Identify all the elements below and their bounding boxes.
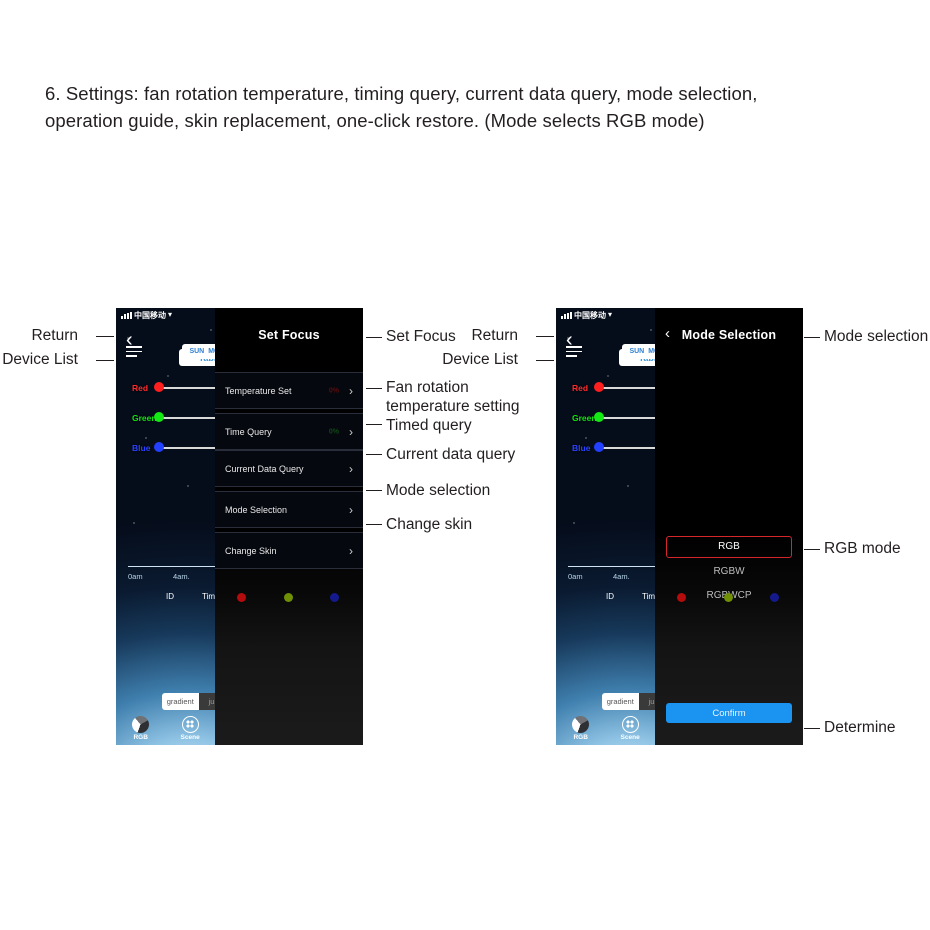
axis-tick-4am: 4am. bbox=[173, 572, 190, 581]
menu-item-current-data-query[interactable]: Current Data Query › bbox=[215, 450, 363, 487]
slider-label-red: Red bbox=[132, 383, 149, 393]
slider-knob-blue[interactable] bbox=[594, 442, 604, 452]
annotation-fan-rotation-temperature-setting: Fan rotation temperature setting bbox=[386, 379, 520, 415]
menu-label-mode-selection: Mode Selection bbox=[225, 504, 288, 515]
annotation-return-1: Return bbox=[31, 327, 78, 344]
leader-line bbox=[366, 524, 382, 525]
confirm-button[interactable]: Confirm bbox=[666, 703, 792, 723]
axis-tick-0am: 0am bbox=[568, 572, 583, 581]
annotation-timed-query: Timed query bbox=[386, 417, 472, 434]
day-sun-label: SUN bbox=[189, 348, 205, 355]
phone-screenshot-mode-selection: 中国移动 ▾ 14:34 ◎ ⏰ ‹ SUN MON Table Red 0% … bbox=[556, 308, 803, 745]
annotation-device-list-1: Device List bbox=[2, 351, 78, 368]
menu-label-change-skin: Change Skin bbox=[225, 545, 277, 556]
slider-label-blue: Blue bbox=[572, 443, 591, 453]
marker-dot-blue bbox=[770, 593, 779, 602]
axis-tick-0am: 0am bbox=[128, 572, 143, 581]
tab-scene[interactable]: Scene bbox=[605, 711, 654, 745]
chevron-right-icon: › bbox=[349, 424, 353, 439]
rgb-wheel-icon bbox=[572, 715, 590, 733]
menu-label-time-query: Time Query bbox=[225, 426, 272, 437]
back-chevron-icon[interactable]: ‹ bbox=[126, 330, 133, 350]
gradient-option[interactable]: gradient bbox=[602, 693, 639, 710]
slider-label-blue: Blue bbox=[132, 443, 151, 453]
annotation-device-list-2: Device List bbox=[442, 351, 518, 368]
marker-dot-blue bbox=[330, 593, 339, 602]
annotation-rgb-mode: RGB mode bbox=[824, 540, 901, 557]
tab-rgb[interactable]: RGB bbox=[116, 711, 165, 745]
settings-overlay-panel: Set Focus Temperature Set 0% › Time Quer… bbox=[215, 308, 363, 745]
menu-value-time-query: 0% bbox=[328, 428, 339, 435]
rgb-wheel-icon bbox=[132, 715, 150, 733]
menu-item-change-skin[interactable]: Change Skin › bbox=[215, 532, 363, 569]
slider-knob-green[interactable] bbox=[594, 412, 604, 422]
annotation-current-data-query: Current data query bbox=[386, 446, 516, 463]
gradient-option[interactable]: gradient bbox=[162, 693, 199, 710]
chevron-right-icon: › bbox=[349, 383, 353, 398]
menu-item-time-query[interactable]: Time Query 0% › bbox=[215, 413, 363, 450]
marker-dot-group bbox=[237, 593, 339, 602]
grid-icon bbox=[181, 715, 199, 733]
leader-line bbox=[366, 490, 382, 491]
column-header-id: ID bbox=[166, 592, 174, 601]
back-chevron-icon[interactable]: ‹ bbox=[566, 330, 573, 350]
annotation-determine: Determine bbox=[824, 719, 896, 736]
tab-label-scene: Scene bbox=[180, 733, 200, 741]
marker-dot-green bbox=[723, 593, 733, 602]
slider-knob-green[interactable] bbox=[154, 412, 164, 422]
annotation-mode-selection-right: Mode selection bbox=[824, 328, 929, 345]
tab-rgb[interactable]: RGB bbox=[556, 711, 605, 745]
menu-label-current-data-query: Current Data Query bbox=[225, 463, 304, 474]
grid-icon bbox=[621, 715, 639, 733]
slider-label-green: Green bbox=[572, 413, 597, 423]
leader-line bbox=[804, 549, 820, 550]
chevron-right-icon: › bbox=[349, 543, 353, 558]
menu-item-mode-selection[interactable]: Mode Selection › bbox=[215, 491, 363, 528]
page-caption: 6. Settings: fan rotation temperature, t… bbox=[45, 80, 875, 134]
axis-tick-4am: 4am. bbox=[613, 572, 630, 581]
slider-label-red: Red bbox=[572, 383, 589, 393]
leader-line bbox=[366, 424, 382, 425]
slider-label-green: Green bbox=[132, 413, 157, 423]
slider-knob-red[interactable] bbox=[154, 382, 164, 392]
tab-label-scene: Scene bbox=[620, 733, 640, 741]
phone-screenshot-set-focus: 中国移动 ▾ 14:34 ◎ ⏰ ‹ SUN MON Table Red 0% bbox=[116, 308, 363, 745]
annotation-change-skin: Change skin bbox=[386, 516, 473, 533]
leader-line bbox=[536, 360, 554, 361]
marker-dot-group bbox=[677, 593, 779, 602]
slider-knob-red[interactable] bbox=[594, 382, 604, 392]
menu-item-temperature-set[interactable]: Temperature Set 0% › bbox=[215, 372, 363, 409]
marker-dot-green bbox=[283, 593, 293, 602]
overlay-title: Mode Selection bbox=[681, 328, 777, 342]
leader-line bbox=[536, 336, 554, 337]
menu-label-temperature-set: Temperature Set bbox=[225, 385, 292, 396]
leader-line bbox=[96, 360, 114, 361]
chevron-right-icon: › bbox=[349, 502, 353, 517]
mode-option-rgbw[interactable]: RGBW bbox=[655, 562, 803, 582]
caption-line-2: operation guide, skin replacement, one-c… bbox=[45, 110, 705, 131]
caption-line-1: 6. Settings: fan rotation temperature, t… bbox=[45, 83, 758, 104]
annotation-return-2: Return bbox=[471, 327, 518, 344]
marker-dot-red bbox=[237, 593, 246, 602]
tab-scene[interactable]: Scene bbox=[165, 711, 214, 745]
tab-label-rgb: RGB bbox=[133, 733, 148, 741]
leader-line bbox=[366, 454, 382, 455]
overlay-title: Set Focus bbox=[258, 328, 320, 342]
chevron-right-icon: › bbox=[349, 461, 353, 476]
leader-line bbox=[96, 336, 114, 337]
leader-line bbox=[804, 337, 820, 338]
leader-line bbox=[366, 388, 382, 389]
settings-menu-list: Temperature Set 0% › Time Query 0% › Cur… bbox=[215, 372, 363, 569]
mode-selection-overlay-panel: ‹ Mode Selection RGB RGBW RGBWCP Confirm bbox=[655, 308, 803, 745]
menu-value-temperature-set: 0% bbox=[328, 387, 339, 394]
marker-dot-red bbox=[677, 593, 686, 602]
leader-line bbox=[804, 728, 820, 729]
column-header-id: ID bbox=[606, 592, 614, 601]
slider-knob-blue[interactable] bbox=[154, 442, 164, 452]
annotation-mode-selection-left: Mode selection bbox=[386, 482, 491, 499]
day-sun-label: SUN bbox=[629, 348, 645, 355]
mode-option-rgb[interactable]: RGB bbox=[666, 536, 792, 558]
tab-label-rgb: RGB bbox=[573, 733, 588, 741]
leader-line bbox=[366, 337, 382, 338]
